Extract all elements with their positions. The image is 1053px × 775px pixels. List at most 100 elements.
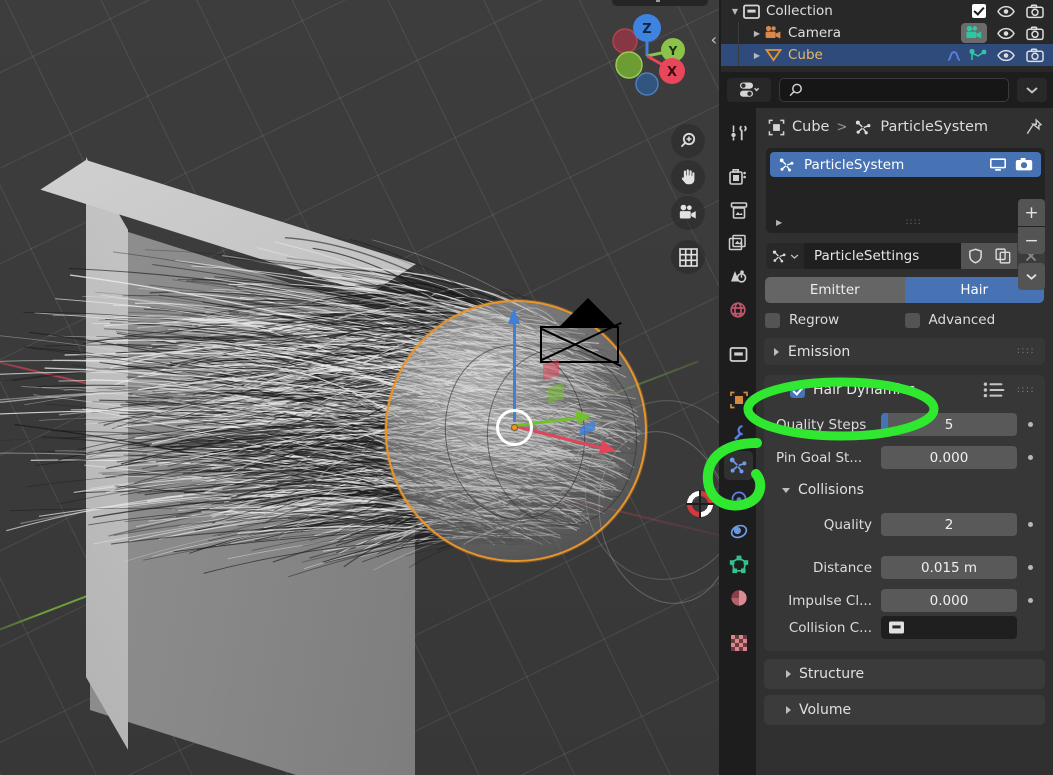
disclosure-triangle-right-icon[interactable]: ▶ xyxy=(776,218,782,227)
breadcrumb-object[interactable]: Cube xyxy=(792,119,829,135)
animate-property-dot[interactable] xyxy=(1026,520,1035,529)
disclosure-triangle-right-icon[interactable] xyxy=(774,347,779,356)
list-side-buttons[interactable]: + − xyxy=(1018,199,1045,290)
eye-icon[interactable] xyxy=(997,49,1015,62)
collision-distance-value[interactable]: 0.015 m xyxy=(881,556,1017,579)
tab-output[interactable] xyxy=(724,196,753,225)
disclosure-triangle-right-icon[interactable]: ▶ xyxy=(751,51,763,60)
particle-system-list[interactable]: ParticleSystem ▶ :::: xyxy=(766,148,1045,233)
gizmo-axis-z[interactable] xyxy=(508,308,520,422)
tab-scene[interactable] xyxy=(724,262,753,291)
breadcrumb-datablock[interactable]: ParticleSystem xyxy=(880,119,988,135)
shield-icon[interactable] xyxy=(961,243,989,269)
outliner-row-cube[interactable]: ▶ Cube xyxy=(721,44,1053,66)
duplicate-icon[interactable] xyxy=(989,243,1017,269)
disclosure-triangle-down-icon[interactable] xyxy=(774,387,782,393)
tab-constraints[interactable] xyxy=(724,517,753,546)
pin-goal-value[interactable]: 0.000 xyxy=(881,446,1017,469)
subpanel-volume[interactable]: Volume xyxy=(764,695,1045,725)
search-field[interactable] xyxy=(779,78,1009,102)
tab-object-data[interactable] xyxy=(724,550,753,579)
tab-render[interactable] xyxy=(724,163,753,192)
emitter-button[interactable]: Emitter xyxy=(765,277,905,303)
disclosure-triangle-right-icon[interactable] xyxy=(786,706,791,714)
panel-emission[interactable]: Emission :::: xyxy=(764,338,1045,365)
viewport-overlay-tab[interactable] xyxy=(612,0,708,6)
outliner-editor[interactable]: ▼ Collection ▶ Camera ▶ Cube xyxy=(721,0,1053,72)
tab-particles[interactable] xyxy=(724,451,753,480)
tab-view-layer[interactable] xyxy=(724,229,753,258)
eye-icon[interactable] xyxy=(997,27,1015,40)
presets-icon[interactable] xyxy=(983,382,1005,398)
outliner-row-collection[interactable]: ▼ Collection xyxy=(721,0,1053,22)
viewport-sidebar-collapse-arrow[interactable]: ‹ xyxy=(711,30,717,49)
collection-enable-checkbox[interactable] xyxy=(972,4,986,18)
quality-steps-value[interactable]: 5 xyxy=(881,413,1017,436)
remove-particle-system-button[interactable]: − xyxy=(1018,227,1045,254)
collision-collection-picker[interactable] xyxy=(881,616,1017,639)
animate-property-dot[interactable] xyxy=(1026,563,1035,572)
camera-object-frame[interactable] xyxy=(540,326,619,363)
zoom-icon[interactable] xyxy=(671,124,705,158)
eye-icon[interactable] xyxy=(997,5,1015,18)
checkbox-box[interactable] xyxy=(904,312,920,328)
chevron-down-icon[interactable] xyxy=(1017,78,1047,102)
list-item[interactable]: ParticleSystem xyxy=(770,152,1041,177)
animate-property-dot[interactable] xyxy=(1026,596,1035,605)
pin-icon[interactable] xyxy=(1025,118,1043,136)
browse-particle-settings-button[interactable] xyxy=(766,243,804,269)
render-icon[interactable] xyxy=(1015,157,1033,172)
camera-object-data-icon[interactable] xyxy=(961,23,987,43)
modifier-icon[interactable] xyxy=(946,48,964,63)
animate-property-dot[interactable] xyxy=(1026,453,1035,462)
camera-icon[interactable] xyxy=(1026,3,1044,19)
tab-material[interactable] xyxy=(724,583,753,612)
subpanel-structure[interactable]: Structure xyxy=(764,659,1045,689)
properties-tab-strip[interactable] xyxy=(721,108,756,775)
field-collision-distance[interactable]: Distance 0.015 m xyxy=(768,556,1035,579)
tab-modifiers[interactable] xyxy=(724,418,753,447)
grip-icon[interactable]: :::: xyxy=(1017,347,1035,356)
tab-world[interactable] xyxy=(724,295,753,324)
particles-icon[interactable] xyxy=(969,48,987,63)
particle-type-toggle[interactable]: Emitter Hair xyxy=(765,277,1044,303)
list-specials-button[interactable] xyxy=(1018,263,1045,290)
advanced-checkbox[interactable]: Advanced xyxy=(904,312,1045,328)
tab-physics[interactable] xyxy=(724,484,753,513)
grip-icon[interactable]: :::: xyxy=(906,217,922,226)
field-impulse-clamping[interactable]: Impulse Cl... 0.000 xyxy=(768,589,1035,612)
camera-object-gizmo[interactable] xyxy=(560,298,616,326)
disclosure-triangle-right-icon[interactable]: ▶ xyxy=(751,29,763,38)
hand-icon[interactable] xyxy=(671,160,705,194)
field-quality-steps[interactable]: Quality Steps 5 xyxy=(768,413,1035,436)
hair-dynamics-checkbox[interactable] xyxy=(790,382,805,398)
subpanel-collisions[interactable]: Collisions xyxy=(764,479,1045,501)
disclosure-triangle-right-icon[interactable] xyxy=(786,670,791,678)
tab-texture[interactable] xyxy=(724,628,753,657)
add-particle-system-button[interactable]: + xyxy=(1018,199,1045,226)
camera-icon[interactable] xyxy=(1026,47,1044,63)
field-pin-goal-strength[interactable]: Pin Goal St... 0.000 xyxy=(768,446,1035,469)
panel-hair-dynamics[interactable]: Hair Dynamics :::: xyxy=(764,375,1045,405)
regrow-checkbox[interactable]: Regrow xyxy=(765,312,905,328)
tab-object[interactable] xyxy=(724,385,753,414)
field-collision-quality[interactable]: Quality 2 xyxy=(768,513,1035,536)
properties-editor[interactable]: Cube > ParticleSystem ParticleSystem ▶:… xyxy=(721,72,1053,775)
collision-quality-value[interactable]: 2 xyxy=(881,513,1017,536)
disclosure-triangle-down-icon[interactable]: ▼ xyxy=(729,7,741,16)
navigation-gizmo[interactable]: Z Y X xyxy=(603,12,691,100)
filter-icon[interactable] xyxy=(727,78,771,102)
grip-icon[interactable]: :::: xyxy=(1017,385,1035,394)
tab-tool[interactable] xyxy=(724,118,753,147)
impulse-clamping-value[interactable]: 0.000 xyxy=(881,589,1017,612)
search-input[interactable] xyxy=(809,82,1000,98)
viewport-3d[interactable]: Z Y X ‹ xyxy=(0,0,719,775)
animate-property-dot[interactable] xyxy=(1026,420,1035,429)
display-in-viewport-icon[interactable] xyxy=(989,157,1007,172)
field-collision-collection[interactable]: Collision C... xyxy=(768,616,1035,639)
particle-settings-datablock-row[interactable]: ParticleSettings xyxy=(766,243,1045,269)
outliner-row-camera[interactable]: ▶ Camera xyxy=(721,22,1053,44)
particle-settings-name-field[interactable]: ParticleSettings xyxy=(804,243,961,269)
camera-view-icon[interactable] xyxy=(671,196,705,230)
checkbox-box[interactable] xyxy=(765,312,780,328)
